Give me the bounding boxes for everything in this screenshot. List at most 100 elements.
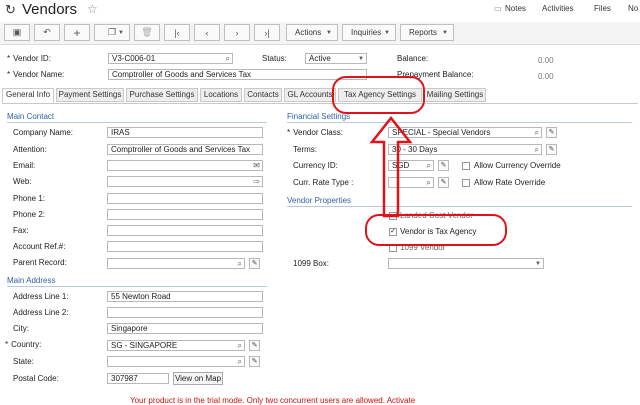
vendor-properties-heading: Vendor Properties	[287, 196, 352, 205]
attention-value: Comptroller of Goods and Services Tax	[111, 145, 251, 154]
vendor-class-label: Vendor Class:	[287, 128, 343, 137]
edit-country-button[interactable]: ✎	[249, 340, 260, 351]
next-record-button[interactable]: ›	[224, 24, 250, 41]
allow-rate-override-checkbox[interactable]	[462, 179, 470, 187]
refresh-icon[interactable]: ↻	[5, 2, 16, 18]
chevron-down-icon: ▼	[118, 30, 124, 36]
edit-vendor-class-button[interactable]: ✎	[546, 127, 557, 138]
last-record-button[interactable]: ›|	[254, 24, 280, 41]
search-icon[interactable]: ⌕	[238, 259, 242, 268]
postal-code-field[interactable]: 307987	[107, 373, 169, 384]
star-icon[interactable]: ☆	[87, 2, 98, 16]
search-icon[interactable]: ⌕	[238, 341, 242, 350]
tab-locations[interactable]: Locations	[200, 88, 242, 102]
attention-field[interactable]: Comptroller of Goods and Services Tax	[107, 144, 263, 155]
tab-gl-accounts[interactable]: GL Accounts	[284, 88, 336, 102]
tab-strip: General Info Payment Settings Purchase S…	[2, 88, 638, 104]
divider	[7, 286, 267, 287]
notifications-link[interactable]: No	[628, 4, 638, 13]
state-field[interactable]: ⌕	[107, 356, 245, 367]
main-address-heading: Main Address	[7, 276, 56, 285]
vendor-name-field[interactable]: Comptroller of Goods and Services Tax	[108, 69, 367, 80]
parent-record-field[interactable]: ⌕	[107, 258, 245, 269]
chevron-down-icon: ▼	[384, 30, 390, 36]
save-icon: ▣	[12, 27, 22, 37]
activities-link[interactable]: Activities	[542, 4, 574, 13]
phone1-field[interactable]	[107, 193, 263, 204]
search-icon[interactable]: ⌕	[226, 54, 230, 63]
inquiries-menu[interactable]: Inquiries ▼	[342, 24, 396, 41]
allow-currency-override-label: Allow Currency Override	[474, 161, 561, 170]
tab-contacts[interactable]: Contacts	[244, 88, 282, 102]
search-icon[interactable]: ⌕	[427, 178, 431, 187]
first-record-button[interactable]: |‹	[164, 24, 190, 41]
previous-record-button[interactable]: ‹	[194, 24, 220, 41]
status-value: Active	[309, 54, 331, 63]
status-select[interactable]: Active ▼	[305, 53, 367, 64]
pencil-icon: ✎	[440, 179, 447, 186]
box-1099-label: 1099 Box:	[293, 259, 330, 268]
vendor-name-label: Vendor Name:	[7, 70, 64, 79]
allow-currency-override-checkbox[interactable]	[462, 162, 470, 170]
actions-menu[interactable]: Actions ▼	[286, 24, 338, 41]
prepayment-value: 0.00	[538, 72, 554, 81]
pencil-icon: ✎	[548, 129, 555, 136]
city-field[interactable]: Singapore	[107, 323, 263, 334]
balance-value: 0.00	[538, 56, 554, 65]
annotation-arrow-icon	[369, 115, 413, 218]
plus-icon: +	[73, 25, 81, 40]
company-name-field[interactable]: IRAS	[107, 127, 263, 138]
company-name-label: Company Name:	[13, 128, 74, 137]
box-1099-select[interactable]: ▼	[388, 258, 544, 269]
edit-parent-record-button[interactable]: ✎	[249, 258, 260, 269]
web-field[interactable]: ⇨	[107, 176, 263, 187]
pencil-icon: ✎	[251, 342, 258, 349]
vendor-name-value: Comptroller of Goods and Services Tax	[112, 70, 252, 79]
notes-link[interactable]: Notes	[505, 4, 526, 13]
edit-rate-type-button[interactable]: ✎	[438, 177, 449, 188]
tab-mailing-settings[interactable]: Mailing Settings	[424, 88, 486, 102]
copy-button[interactable]: ❐ ▼	[94, 24, 130, 41]
address-line1-field[interactable]: 55 Newton Road	[107, 291, 263, 302]
save-button[interactable]: ▣	[4, 24, 30, 41]
search-icon[interactable]: ⌕	[535, 145, 539, 154]
edit-state-button[interactable]: ✎	[249, 356, 260, 367]
address-line1-label: Address Line 1:	[13, 292, 69, 301]
title-bar: ↻ Vendors ☆ ▭ Notes Activities Files No	[0, 0, 640, 20]
country-field[interactable]: SG - SINGAPORE ⌕	[107, 340, 245, 351]
toolbar: ▣ ↶ + ❐ ▼ 🗑 |‹ ‹ › ›| Actions ▼ Inquiries ▼…	[0, 22, 640, 45]
undo-button[interactable]: ↶	[34, 24, 60, 41]
mail-icon[interactable]: ✉	[253, 161, 260, 170]
tab-purchase-settings[interactable]: Purchase Settings	[126, 88, 198, 102]
search-icon[interactable]: ⌕	[535, 128, 539, 137]
pencil-icon: ✎	[251, 358, 258, 365]
address-line2-field[interactable]	[107, 307, 263, 318]
fax-field[interactable]	[107, 225, 263, 236]
view-on-map-button[interactable]: View on Map	[173, 372, 223, 385]
delete-button[interactable]: 🗑	[134, 24, 160, 41]
search-icon[interactable]: ⌕	[427, 161, 431, 170]
country-value: SG - SINGAPORE	[111, 341, 178, 350]
edit-currency-button[interactable]: ✎	[438, 160, 449, 171]
edit-terms-button[interactable]: ✎	[546, 144, 557, 155]
divider	[287, 206, 632, 207]
curr-rate-type-label: Curr. Rate Type :	[293, 178, 354, 187]
vendor-id-field[interactable]: V3-C006-01 ⌕	[108, 53, 233, 64]
balance-label: Balance:	[397, 54, 429, 63]
files-link[interactable]: Files	[594, 4, 611, 13]
page-title: Vendors	[22, 1, 78, 18]
reports-label: Reports	[409, 28, 438, 37]
email-field[interactable]: ✉	[107, 160, 263, 171]
tab-general-info[interactable]: General Info	[2, 88, 54, 103]
tab-payment-settings[interactable]: Payment Settings	[56, 88, 124, 102]
search-icon[interactable]: ⌕	[238, 357, 242, 366]
external-link-icon[interactable]: ⇨	[253, 177, 260, 186]
allow-rate-override-label: Allow Rate Override	[474, 178, 546, 187]
add-button[interactable]: +	[64, 24, 90, 41]
reports-menu[interactable]: Reports ▼	[400, 24, 454, 41]
email-label: Email:	[13, 161, 36, 170]
account-ref-field[interactable]	[107, 241, 263, 252]
phone2-field[interactable]	[107, 209, 263, 220]
state-label: State:	[13, 357, 34, 366]
currency-id-label: Currency ID:	[293, 161, 338, 170]
